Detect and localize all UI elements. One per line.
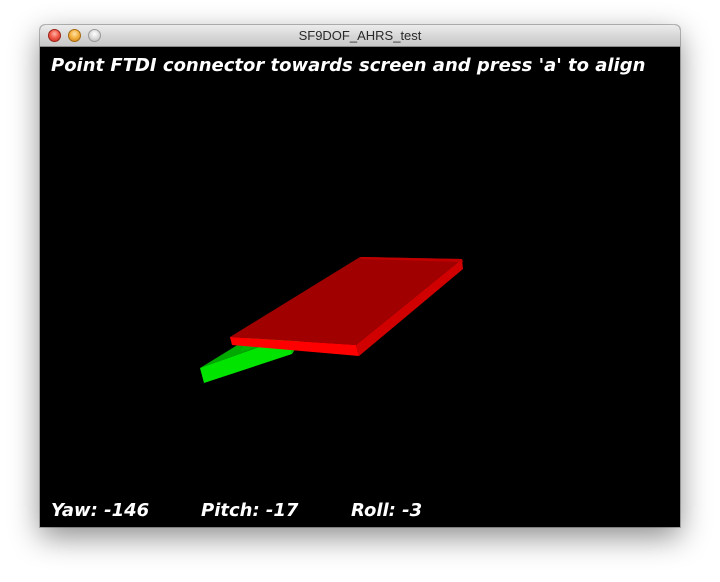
title-bar[interactable]: SF9DOF_AHRS_test (40, 25, 680, 47)
window-title: SF9DOF_AHRS_test (298, 28, 422, 43)
render-canvas[interactable]: Point FTDI connector towards screen and … (40, 47, 680, 527)
board-top-face (230, 257, 462, 345)
app-window: SF9DOF_AHRS_test Point FTDI connector to… (40, 25, 680, 527)
pitch-readout: Pitch: -17 (201, 500, 299, 521)
roll-readout: Roll: -3 (351, 500, 423, 521)
yaw-readout: Yaw: -146 (51, 500, 150, 521)
imu-board-model (230, 257, 463, 356)
orientation-scene (200, 257, 463, 383)
